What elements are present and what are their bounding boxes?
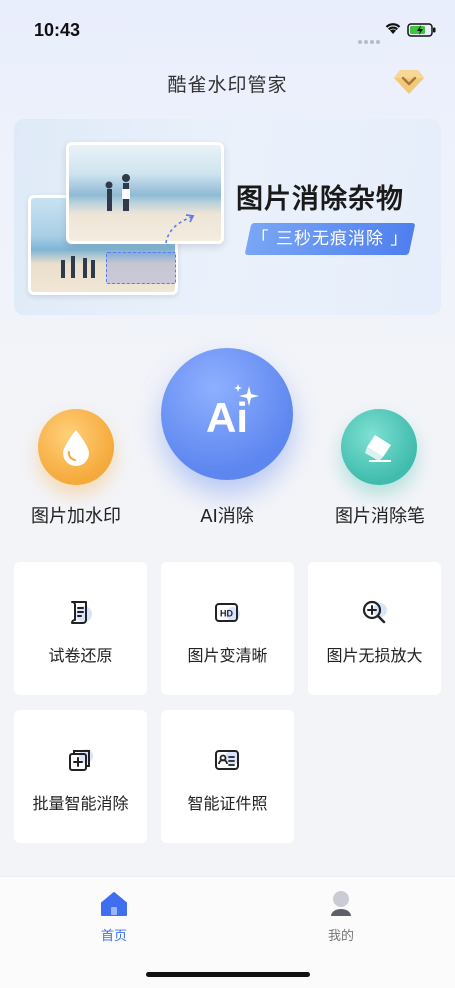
card-label: 图片无损放大 — [326, 646, 423, 665]
arrow-icon — [165, 214, 195, 244]
card-paper-restore[interactable]: 试卷还原 — [14, 562, 147, 695]
id-card-icon — [215, 750, 239, 770]
banner-subtitle: 「 三秒无痕消除 」 — [251, 229, 409, 249]
home-icon — [101, 892, 127, 916]
card-label: 智能证件照 — [187, 794, 268, 813]
add-watermark-button[interactable] — [38, 409, 114, 485]
hd-icon: HD — [215, 603, 240, 622]
battery-icon — [407, 23, 436, 37]
card-id-photo[interactable]: 智能证件照 — [161, 710, 294, 843]
cellular-signal-icon — [358, 29, 382, 48]
card-lossless-upscale[interactable]: 图片无损放大 — [308, 562, 441, 695]
tab-profile-label: 我的 — [327, 929, 354, 944]
add-watermark-label: 图片加水印 — [31, 506, 121, 527]
vip-diamond-icon[interactable] — [392, 66, 426, 96]
status-bar: 10:43 — [0, 0, 455, 60]
batch-add-icon — [69, 749, 93, 771]
document-icon — [71, 601, 92, 624]
promo-banner[interactable]: 图片消除杂物 「 三秒无痕消除 」 — [14, 119, 441, 315]
tab-profile[interactable]: 我的 — [301, 889, 381, 944]
profile-icon — [331, 891, 351, 916]
card-label: 批量智能消除 — [32, 794, 129, 813]
card-batch-remove[interactable]: 批量智能消除 — [14, 710, 147, 843]
eraser-button[interactable] — [341, 409, 417, 485]
app-title: 酷雀水印管家 — [167, 74, 288, 96]
home-indicator — [146, 972, 310, 977]
banner-title: 图片消除杂物 — [236, 184, 404, 215]
wifi-icon — [385, 23, 401, 34]
ai-remove-label: AI消除 — [200, 506, 254, 527]
selection-box — [106, 252, 176, 284]
beach-photo-after — [66, 142, 224, 244]
ai-remove-button[interactable]: Ai — [161, 348, 293, 480]
tab-home[interactable]: 首页 — [74, 891, 154, 944]
card-label: 试卷还原 — [48, 646, 113, 665]
ai-sparkle-icon — [234, 384, 259, 406]
status-time: 10:43 — [34, 20, 81, 40]
zoom-in-icon — [362, 600, 387, 624]
svg-text:HD: HD — [220, 609, 233, 619]
eraser-label: 图片消除笔 — [335, 506, 425, 527]
tab-home-label: 首页 — [100, 929, 127, 944]
water-drop-icon — [63, 430, 89, 466]
eraser-icon — [365, 435, 391, 462]
card-label: 图片变清晰 — [187, 646, 268, 665]
card-image-enhance[interactable]: HD 图片变清晰 — [161, 562, 294, 695]
